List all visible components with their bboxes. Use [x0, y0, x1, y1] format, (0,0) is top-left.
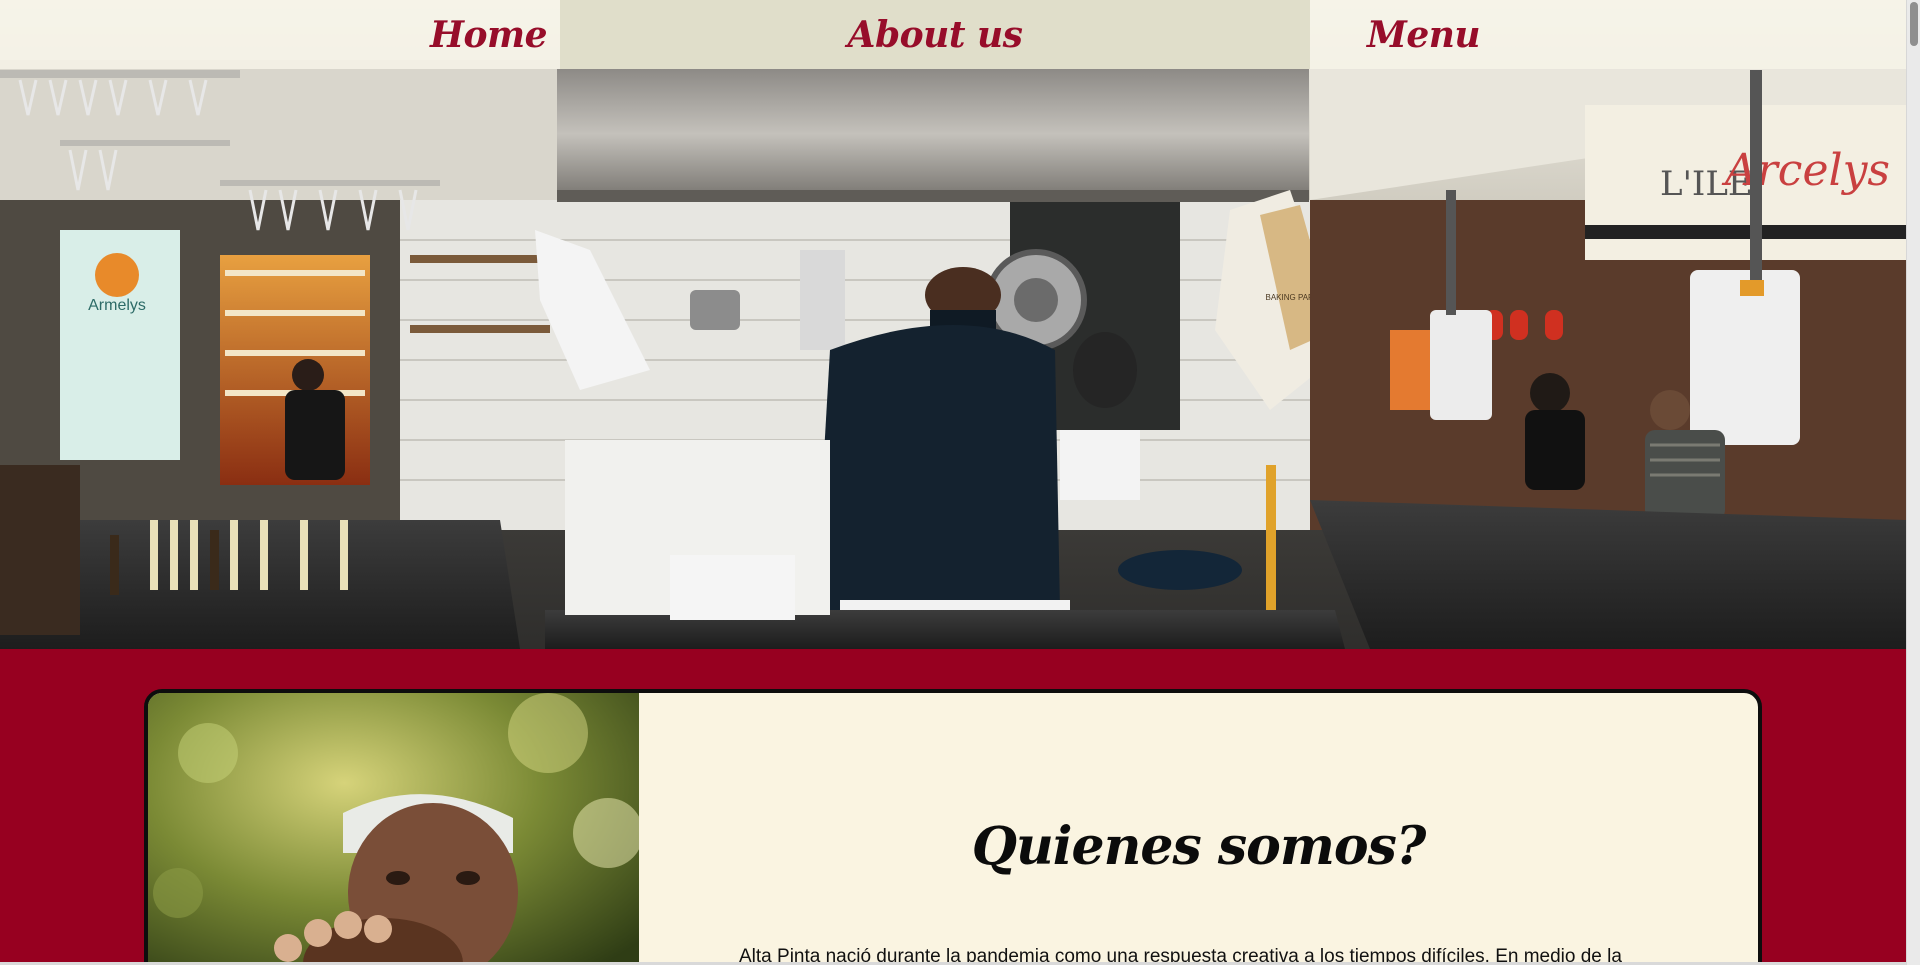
hero-image: Armelys BAKING PAPER L'ILE Arcelys Home … [0, 0, 1906, 649]
about-card: Quienes somos? Alta Pinta nació durante … [144, 689, 1762, 965]
about-content: Quienes somos? Alta Pinta nació durante … [639, 693, 1758, 965]
nav-about-us-link[interactable]: About us [560, 0, 1310, 69]
page: Armelys BAKING PAPER L'ILE Arcelys Home … [0, 0, 1906, 965]
kitchen-scene-illustration: Armelys BAKING PAPER L'ILE Arcelys [0, 0, 1906, 649]
main-navigation: Home About us Menu [0, 0, 1906, 69]
vertical-scrollbar[interactable] [1906, 0, 1920, 965]
arcelys-sign-text: Arcelys [1721, 145, 1890, 196]
scrollbar-thumb[interactable] [1910, 2, 1918, 46]
person-holding-bread-illustration [148, 693, 639, 965]
about-title: Quienes somos? [971, 816, 1427, 877]
armelys-sign-text: Armelys [88, 297, 146, 314]
nav-home-link[interactable]: Home [0, 0, 560, 69]
about-photo [148, 693, 639, 965]
nav-menu-link[interactable]: Menu [1310, 0, 1906, 69]
